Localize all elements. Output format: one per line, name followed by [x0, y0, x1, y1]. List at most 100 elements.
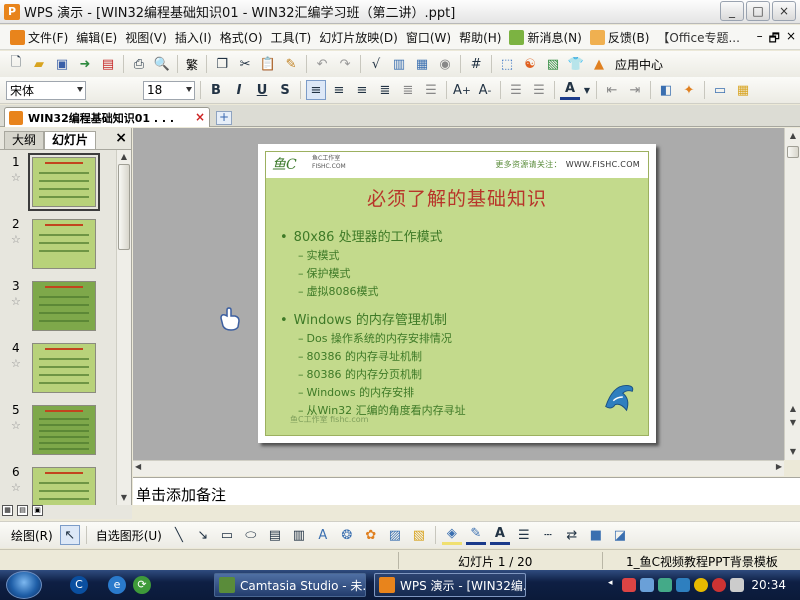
ie-quicklaunch-icon[interactable]: e [108, 576, 126, 594]
draw-menu-button[interactable]: 绘图(R) [8, 527, 56, 544]
color-scheme-icon[interactable]: ▦ [733, 80, 753, 100]
numbering-icon[interactable]: ☰ [506, 80, 526, 100]
task-wps[interactable]: WPS 演示 - [WIN32编... [374, 573, 526, 597]
tray-app-icon[interactable] [622, 578, 636, 592]
tray-network-icon[interactable] [640, 578, 654, 592]
ellipse-icon[interactable]: ⬭ [241, 525, 261, 545]
bullets-icon[interactable]: ☰ [529, 80, 549, 100]
panel-scrollbar[interactable]: ▲ ▼ [116, 150, 131, 505]
align-left-icon[interactable]: ≡ [306, 80, 326, 100]
export-icon[interactable]: ➜ [75, 54, 95, 74]
textbox-icon[interactable]: ▤ [265, 525, 285, 545]
canvas-vertical-scrollbar[interactable]: ▲ ▲ ▼ ▼ [784, 128, 800, 460]
menu-format[interactable]: 格式(O) [216, 29, 267, 46]
slide-thumbnail-3[interactable]: 3 ☆ [0, 279, 116, 341]
redo-icon[interactable]: ↷ [335, 54, 355, 74]
scroll-down-icon[interactable]: ▼ [786, 416, 800, 430]
scroll-down-icon[interactable]: ▼ [118, 492, 130, 504]
print-preview-icon[interactable]: 🔍 [152, 54, 172, 74]
justify-icon[interactable]: ≣ [375, 80, 395, 100]
print-icon[interactable]: ⎙ [129, 54, 149, 74]
star-icon[interactable]: ☆ [11, 481, 21, 494]
line-icon[interactable]: ╲ [169, 525, 189, 545]
taskbar-clock[interactable]: 20:34 [751, 578, 786, 592]
new-document-icon[interactable]: 🗋 [6, 54, 26, 74]
table-icon[interactable]: ▦ [412, 54, 432, 74]
task-camtasia[interactable]: Camtasia Studio - 未... [214, 573, 366, 597]
slide-bullet-list[interactable]: 80x86 处理器的工作模式 实模式 保护模式 虚拟8086模式 Windows… [280, 226, 640, 418]
menu-slideshow[interactable]: 幻灯片放映(D) [315, 29, 402, 46]
format-painter-icon[interactable]: ✎ [281, 54, 301, 74]
scroll-left-icon[interactable]: ◀ [135, 462, 141, 471]
canvas-horizontal-scrollbar[interactable]: ◀ ▶ [133, 460, 784, 476]
previous-slide-icon[interactable]: ▲ [786, 402, 800, 416]
minimize-button[interactable]: _ [720, 1, 744, 21]
slide-title[interactable]: 必须了解的基础知识 [266, 184, 648, 211]
tray-alert-icon[interactable] [712, 578, 726, 592]
layout-icon[interactable]: ▭ [710, 80, 730, 100]
indent-icon[interactable]: ⇥ [625, 80, 645, 100]
app-center-label[interactable]: 应用中心 [612, 56, 666, 73]
bold-button[interactable]: B [206, 80, 226, 100]
panel-close-icon[interactable]: × [115, 130, 127, 146]
line-spacing-icon[interactable]: ☰ [421, 80, 441, 100]
fill-color-icon[interactable]: ◈ [441, 525, 462, 545]
scroll-up-icon[interactable]: ▲ [786, 129, 800, 143]
start-button[interactable] [6, 571, 42, 599]
menu-edit[interactable]: 编辑(E) [72, 29, 121, 46]
align-center-icon[interactable]: ≡ [329, 80, 349, 100]
italic-button[interactable]: I [229, 80, 249, 100]
menu-tools[interactable]: 工具(T) [267, 29, 316, 46]
menu-file[interactable]: 文件(F) [6, 29, 72, 46]
menu-office-topics[interactable]: 【Office专题... [653, 29, 743, 46]
close-button[interactable]: × [772, 1, 796, 21]
menu-window[interactable]: 窗口(W) [402, 29, 455, 46]
traditional-chinese-button[interactable]: 繁 [183, 56, 201, 73]
font-color-draw-icon[interactable]: A [489, 525, 510, 545]
3d-style-icon[interactable]: ◪ [610, 525, 630, 545]
tab-document[interactable]: WIN32编程基础知识01 . . . × [4, 107, 210, 127]
slideshow-view-icon[interactable]: ▣ [32, 505, 43, 516]
chart-icon[interactable]: ▥ [389, 54, 409, 74]
star-icon[interactable]: ☆ [11, 419, 21, 432]
slide-design-icon[interactable]: ◧ [656, 80, 676, 100]
shadow-style-icon[interactable]: ■ [586, 525, 606, 545]
doc-restore-button[interactable]: 🗗 [769, 29, 780, 50]
tray-expand-icon[interactable]: ◂ [608, 578, 618, 592]
paste-icon[interactable]: 📋 [258, 54, 278, 74]
image-icon[interactable]: ▧ [543, 54, 563, 74]
app-center-icon[interactable]: ▲ [589, 54, 609, 74]
shirt-icon[interactable]: 👕 [566, 54, 586, 74]
chrome-quicklaunch-icon[interactable]: C [70, 576, 88, 594]
slide-sorter-icon[interactable]: ▤ [17, 505, 28, 516]
slide-thumbnail-2[interactable]: 2 ☆ [0, 217, 116, 279]
wps-presentation-app-icon[interactable]: P [4, 3, 20, 20]
grid-icon[interactable]: # [466, 54, 486, 74]
slide-thumbnail-1[interactable]: 1 ☆ [0, 153, 116, 217]
select-object-icon[interactable]: ⬚ [497, 54, 517, 74]
font-size-select[interactable]: 18 [143, 80, 195, 100]
diagram-icon[interactable]: ❂ [337, 525, 357, 545]
menu-news[interactable]: 新消息(N) [505, 29, 585, 46]
scroll-thumb[interactable] [118, 164, 130, 250]
wordart-icon[interactable]: A [313, 525, 333, 545]
tray-update-icon[interactable] [676, 578, 690, 592]
menu-feedback[interactable]: 反馈(B) [586, 29, 654, 46]
font-name-select[interactable]: 宋体 [6, 80, 86, 100]
slide-thumbnail-5[interactable]: 5 ☆ [0, 403, 116, 465]
star-icon[interactable]: ☆ [11, 233, 21, 246]
arrow-icon[interactable]: ↘ [193, 525, 213, 545]
chevron-down-icon[interactable]: ▼ [583, 80, 591, 100]
tray-volume-icon[interactable] [730, 578, 744, 592]
new-tab-button[interactable]: + [216, 111, 232, 125]
distribute-icon[interactable]: ≣ [398, 80, 418, 100]
next-slide-icon[interactable]: ▼ [786, 445, 800, 459]
tab-outline[interactable]: 大纲 [4, 131, 45, 149]
web-search-icon[interactable]: ☯ [520, 54, 540, 74]
undo-icon[interactable]: ↶ [312, 54, 332, 74]
autoshapes-menu-button[interactable]: 自选图形(U) [93, 527, 165, 544]
dash-style-icon[interactable]: ┄ [538, 525, 558, 545]
decrease-font-icon[interactable]: A- [475, 80, 495, 100]
star-icon[interactable]: ☆ [11, 171, 21, 184]
shadow-button[interactable]: S [275, 80, 295, 100]
